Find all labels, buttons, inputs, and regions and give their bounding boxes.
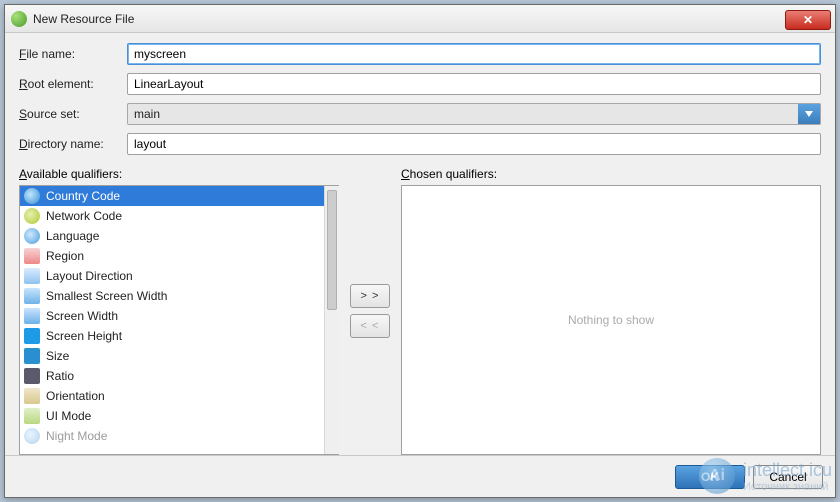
list-item-label: Language — [46, 229, 99, 243]
dialog-content: File name: Root element: Source set: mai… — [5, 33, 835, 455]
add-qualifier-button[interactable]: > > — [350, 284, 390, 308]
layout-icon — [24, 268, 40, 284]
root-element-label: Root element: — [19, 77, 127, 91]
list-item[interactable]: Region — [20, 246, 324, 266]
chosen-column: Chosen qualifiers: Nothing to show — [401, 167, 821, 455]
chevron-down-icon — [798, 104, 820, 124]
directory-name-input[interactable] — [127, 133, 821, 155]
night-icon — [24, 428, 40, 444]
root-element-input[interactable] — [127, 73, 821, 95]
available-qualifiers-label: Available qualifiers: — [19, 167, 339, 181]
source-set-value: main — [128, 104, 798, 124]
row-root-element: Root element: — [19, 73, 821, 95]
list-item-label: Layout Direction — [46, 269, 133, 283]
flag-icon — [24, 248, 40, 264]
available-column: Available qualifiers: Country Code Netwo… — [19, 167, 339, 455]
height-icon — [24, 328, 40, 344]
list-item[interactable]: Network Code — [20, 206, 324, 226]
cancel-button[interactable]: Cancel — [753, 465, 823, 489]
width-icon — [24, 288, 40, 304]
list-item[interactable]: Smallest Screen Width — [20, 286, 324, 306]
scrollbar-thumb[interactable] — [327, 190, 337, 310]
ok-button[interactable]: OK — [675, 465, 745, 489]
app-icon — [11, 11, 27, 27]
globe-icon — [24, 208, 40, 224]
row-source-set: Source set: main — [19, 103, 821, 125]
move-buttons-column: > > < < — [339, 167, 401, 455]
source-set-combo[interactable]: main — [127, 103, 821, 125]
list-item-label: Country Code — [46, 189, 120, 203]
list-item[interactable]: Orientation — [20, 386, 324, 406]
list-item[interactable]: Screen Width — [20, 306, 324, 326]
qualifiers-area: Available qualifiers: Country Code Netwo… — [19, 167, 821, 455]
directory-name-label: Directory name: — [19, 137, 127, 151]
dialog-footer: OK Cancel — [5, 455, 835, 497]
close-button[interactable]: ✕ — [785, 10, 831, 30]
list-item[interactable]: Screen Height — [20, 326, 324, 346]
ui-mode-icon — [24, 408, 40, 424]
source-set-label: Source set: — [19, 107, 127, 121]
chosen-qualifiers-label: Chosen qualifiers: — [401, 167, 821, 181]
dialog-window: New Resource File ✕ File name: Root elem… — [4, 4, 836, 498]
file-name-input[interactable] — [127, 43, 821, 65]
close-icon: ✕ — [803, 13, 813, 27]
list-item[interactable]: UI Mode — [20, 406, 324, 426]
list-item-label: UI Mode — [46, 409, 91, 423]
list-item[interactable]: Country Code — [20, 186, 324, 206]
list-item-label: Network Code — [46, 209, 122, 223]
list-item-label: Region — [46, 249, 84, 263]
list-item-label: Orientation — [46, 389, 105, 403]
empty-placeholder: Nothing to show — [568, 313, 654, 327]
list-item[interactable]: Size — [20, 346, 324, 366]
globe-icon — [24, 228, 40, 244]
list-item-label: Ratio — [46, 369, 74, 383]
chosen-qualifiers-list[interactable]: Nothing to show — [401, 185, 821, 455]
window-title: New Resource File — [33, 12, 785, 26]
list-item[interactable]: Night Mode — [20, 426, 324, 446]
list-item-label: Smallest Screen Width — [46, 289, 167, 303]
available-qualifiers-list[interactable]: Country Code Network Code Language — [19, 185, 339, 455]
row-directory-name: Directory name: — [19, 133, 821, 155]
list-item[interactable]: Layout Direction — [20, 266, 324, 286]
list-item[interactable]: Ratio — [20, 366, 324, 386]
file-name-label: File name: — [19, 47, 127, 61]
titlebar: New Resource File ✕ — [5, 5, 835, 33]
size-icon — [24, 348, 40, 364]
list-item-label: Screen Height — [46, 329, 122, 343]
list-item-label: Night Mode — [46, 429, 107, 443]
globe-icon — [24, 188, 40, 204]
ratio-icon — [24, 368, 40, 384]
remove-qualifier-button[interactable]: < < — [350, 314, 390, 338]
row-file-name: File name: — [19, 43, 821, 65]
orientation-icon — [24, 388, 40, 404]
list-item-label: Size — [46, 349, 69, 363]
scrollbar-vertical[interactable] — [324, 186, 339, 454]
list-item-label: Screen Width — [46, 309, 118, 323]
width-icon — [24, 308, 40, 324]
list-item[interactable]: Language — [20, 226, 324, 246]
